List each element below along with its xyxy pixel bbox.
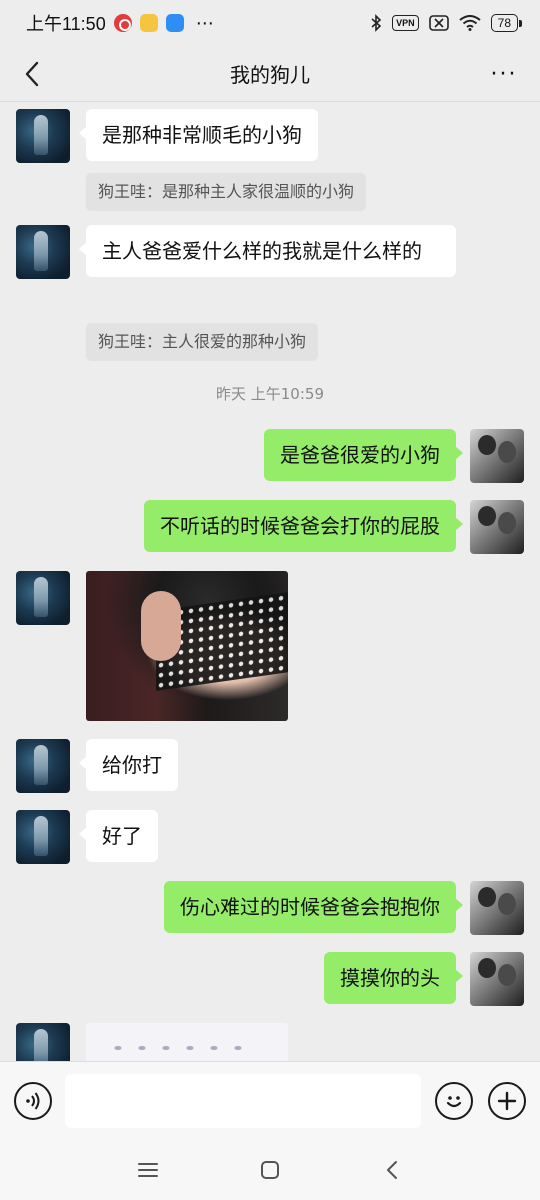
- message-bubble-outgoing[interactable]: 摸摸你的头: [324, 952, 463, 1004]
- message-bubble-incoming[interactable]: 是那种非常顺毛的小狗: [79, 109, 318, 161]
- system-back-button[interactable]: [372, 1154, 412, 1186]
- voice-input-button[interactable]: [14, 1082, 52, 1120]
- chat-header: 我的狗儿 ···: [0, 46, 540, 102]
- chat-title: 我的狗儿: [230, 63, 310, 87]
- quoted-reply[interactable]: 狗王哇：主人很爱的那种小狗: [86, 323, 319, 361]
- vpn-badge: VPN: [392, 15, 419, 31]
- contact-avatar[interactable]: [16, 571, 70, 625]
- message-input-bar: [0, 1061, 540, 1140]
- self-avatar[interactable]: [470, 429, 524, 483]
- self-avatar[interactable]: [470, 952, 524, 1006]
- contact-avatar[interactable]: [16, 109, 70, 163]
- recent-apps-button[interactable]: [128, 1154, 168, 1186]
- status-right: VPN 78: [370, 14, 523, 32]
- status-left: 上午11:50 ⋯: [26, 10, 215, 36]
- app-notification-icon: [139, 14, 158, 32]
- chat-message-list[interactable]: 是那种非常顺毛的小狗 狗王哇：是那种主人家很温顺的小狗 主人爸爸爱什么样的我就是…: [0, 103, 540, 1061]
- status-bar: 上午11:50 ⋯ VPN 78: [0, 0, 540, 46]
- more-options-button[interactable]: ···: [484, 56, 524, 92]
- netease-music-icon: [113, 14, 132, 32]
- quoted-reply[interactable]: 狗王哇：是那种主人家很温顺的小狗: [86, 173, 367, 211]
- back-button[interactable]: [14, 56, 50, 92]
- sim-off-icon: [428, 15, 449, 31]
- message-bubble-incoming[interactable]: 主人爸爸爱什么样的我就是什么样的: [79, 225, 456, 277]
- contact-avatar[interactable]: [16, 739, 70, 793]
- more-notifications-icon: ⋯: [195, 12, 215, 34]
- image-message[interactable]: [86, 1023, 288, 1061]
- battery-indicator: 78: [490, 14, 523, 32]
- emoji-button[interactable]: [435, 1082, 473, 1120]
- add-attachment-button[interactable]: [488, 1082, 526, 1120]
- plus-icon: [497, 1091, 517, 1111]
- back-icon: [387, 1161, 397, 1179]
- home-icon: [261, 1161, 279, 1179]
- message-bubble-incoming[interactable]: 给你打: [79, 739, 178, 791]
- voice-icon: [26, 1092, 40, 1110]
- emoji-icon: [446, 1096, 462, 1108]
- system-nav-bar: [0, 1140, 540, 1200]
- message-timestamp: 昨天 上午10:59: [216, 385, 324, 403]
- self-avatar[interactable]: [470, 881, 524, 935]
- contact-avatar[interactable]: [16, 810, 70, 864]
- message-bubble-incoming[interactable]: 好了: [79, 810, 158, 862]
- self-avatar[interactable]: [470, 500, 524, 554]
- bluetooth-icon: [371, 14, 382, 32]
- contact-avatar[interactable]: [16, 225, 70, 279]
- message-input[interactable]: [65, 1074, 421, 1128]
- message-bubble-outgoing[interactable]: 是爸爸很爱的小狗: [264, 429, 463, 481]
- app-notification-icon-2: [165, 14, 184, 32]
- wifi-icon: [459, 15, 481, 31]
- status-time: 上午11:50: [26, 14, 106, 34]
- contact-avatar[interactable]: [16, 1023, 70, 1061]
- message-bubble-outgoing[interactable]: 不听话的时候爸爸会打你的屁股: [144, 500, 463, 552]
- message-bubble-outgoing[interactable]: 伤心难过的时候爸爸会抱抱你: [164, 881, 463, 933]
- home-button[interactable]: [250, 1154, 290, 1186]
- image-message[interactable]: [86, 571, 288, 721]
- menu-icon: [138, 1163, 158, 1177]
- chevron-left-icon: [25, 61, 39, 87]
